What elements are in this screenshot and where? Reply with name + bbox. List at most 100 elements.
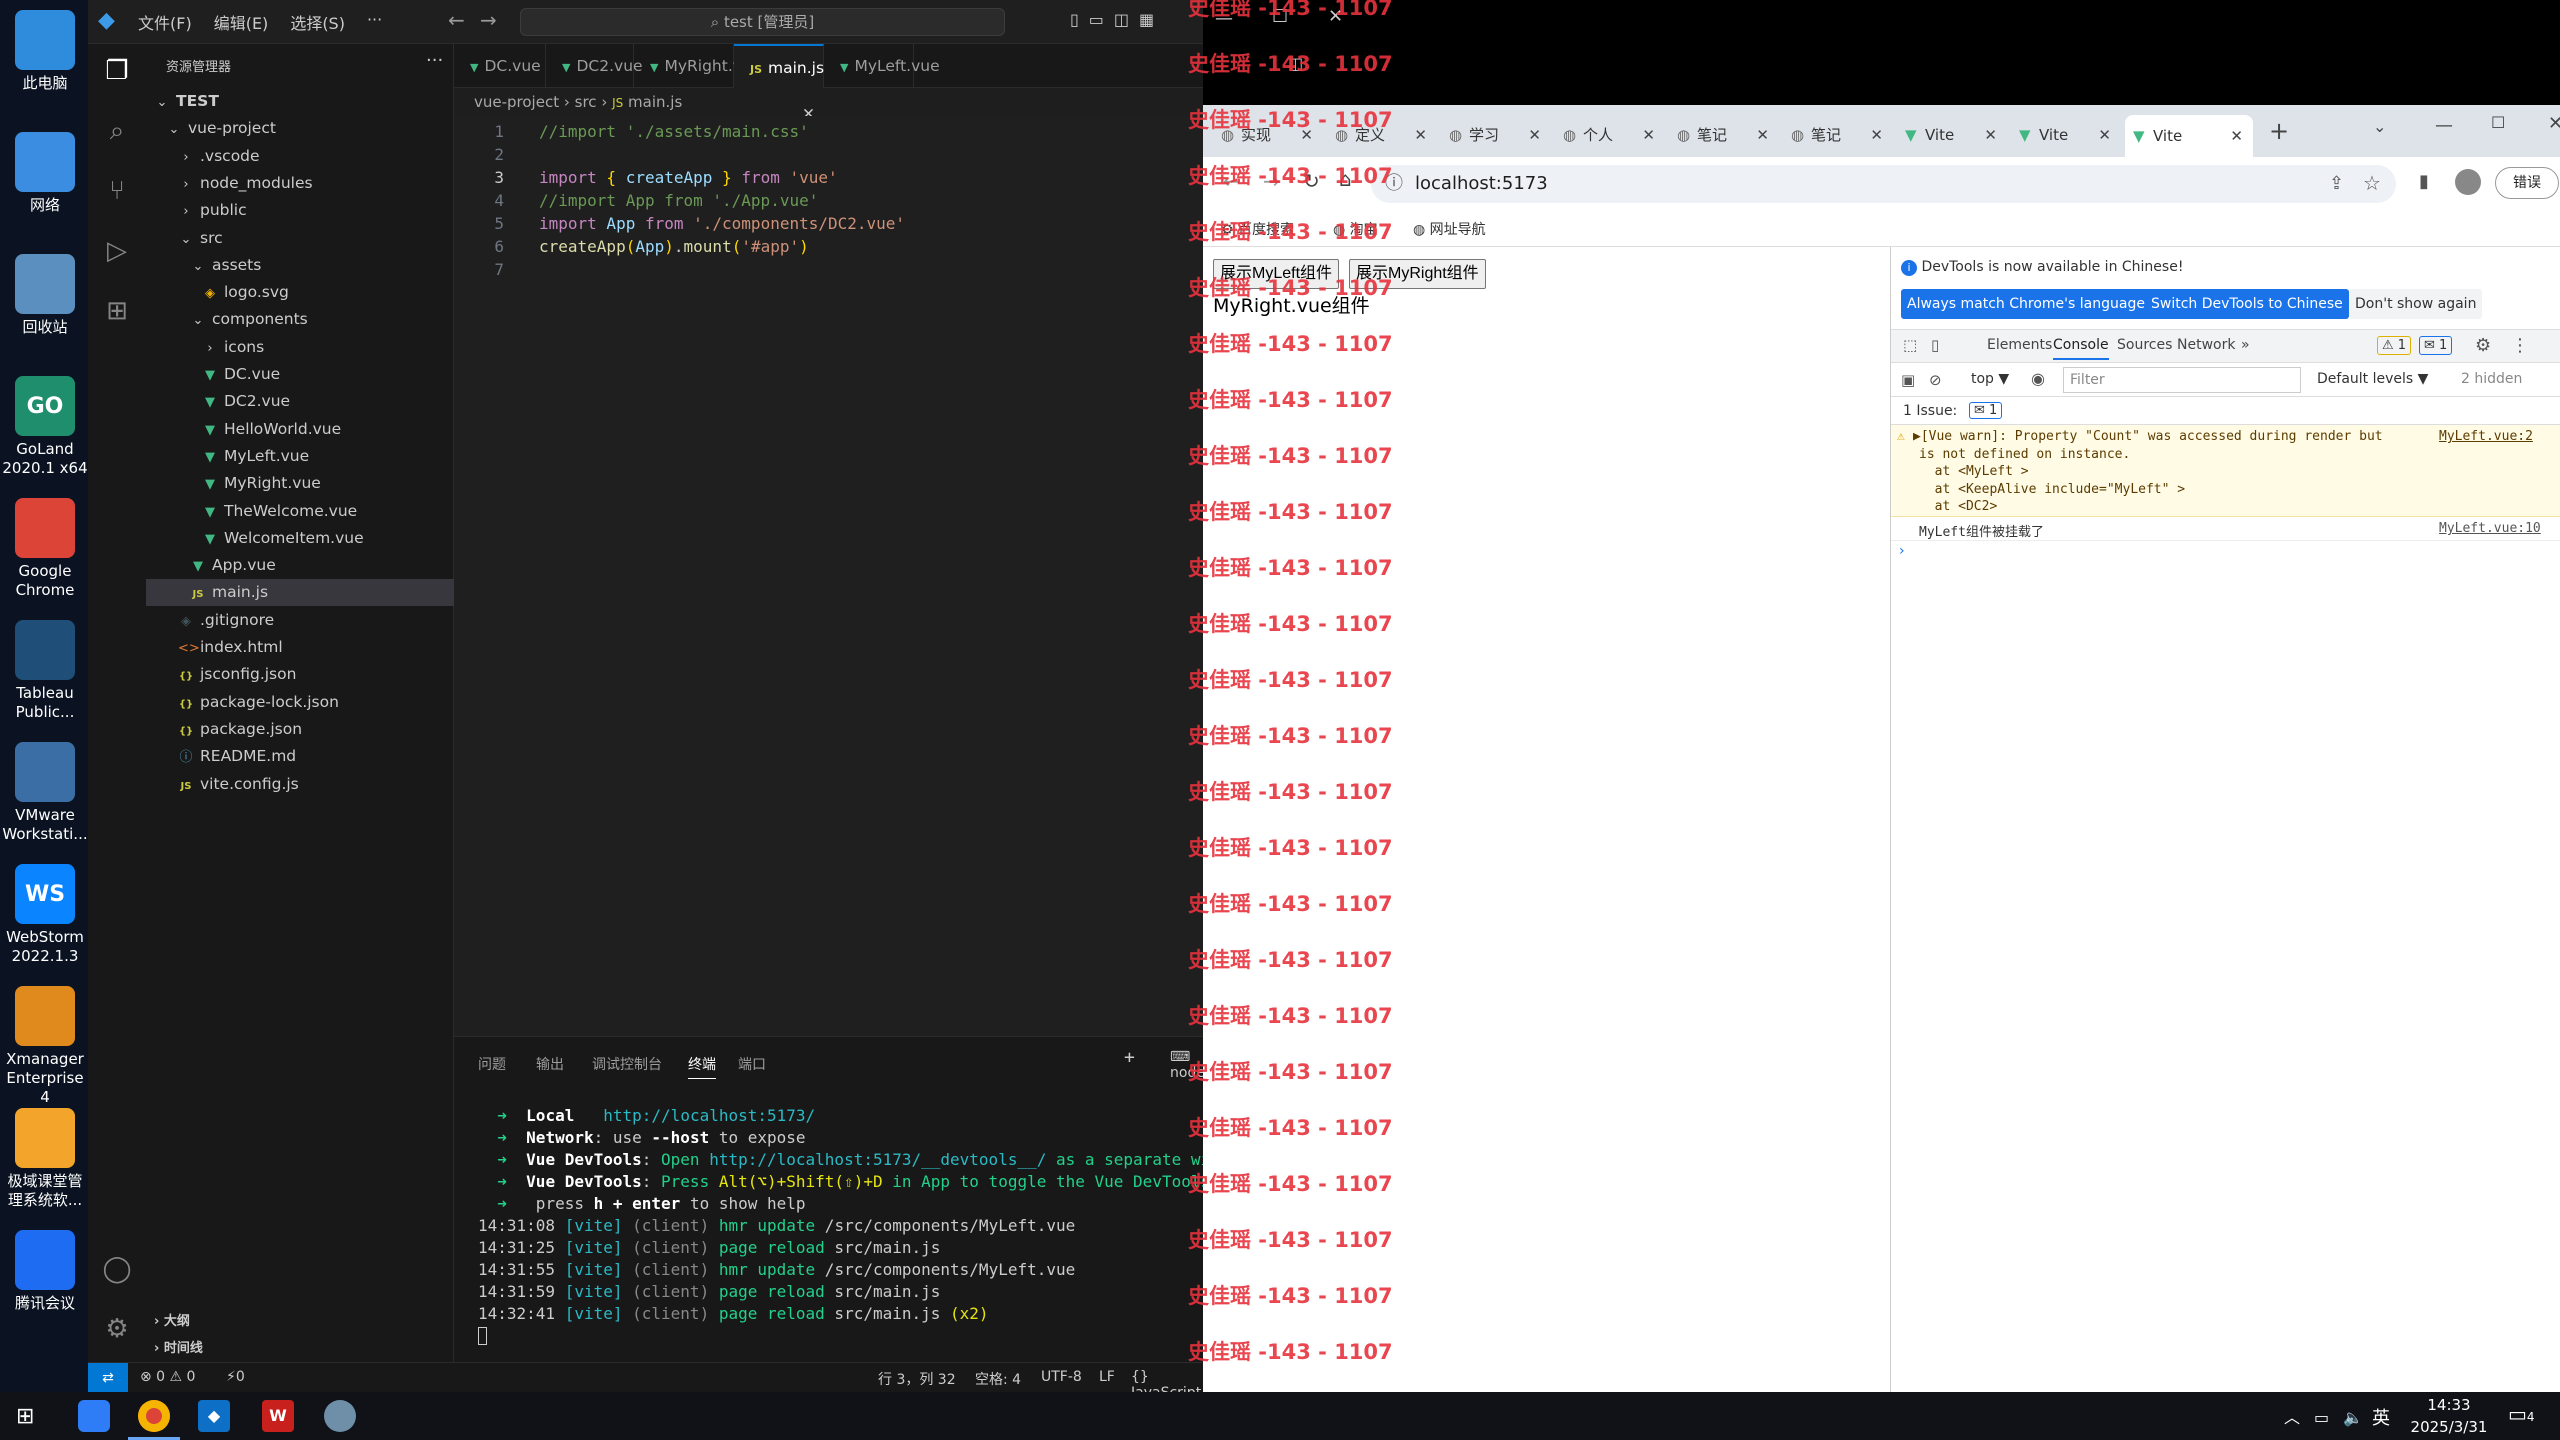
nav-back-icon[interactable]: ← (448, 8, 465, 32)
tab-search-icon[interactable]: ⌄ (2373, 117, 2386, 136)
browser-tab[interactable]: ◍ 个人 ✕ (1555, 119, 1665, 151)
problems-status[interactable]: ⊗ 0 ⚠ 0 (140, 1369, 195, 1385)
encoding-status[interactable]: UTF-8 (1041, 1369, 1082, 1385)
desktop-icon[interactable]: Google Chrome (2, 498, 88, 600)
breadcrumb-file[interactable]: main.js (628, 93, 682, 111)
desktop-icon[interactable]: GO GoLand 2020.1 x64 (2, 376, 88, 478)
tree-item[interactable]: ⌄ TEST (146, 88, 454, 115)
bookmark-star-icon[interactable]: ☆ (2363, 171, 2381, 195)
tree-item[interactable]: ▼ DC2.vue (146, 388, 454, 415)
notification-icon[interactable]: ▭4 (2508, 1402, 2535, 1426)
taskbar-vscode-icon[interactable]: ◆ (198, 1400, 230, 1432)
tab-close-icon[interactable]: ✕ (1756, 119, 1769, 151)
menu-selection[interactable]: 选择(S) (290, 10, 345, 34)
panel-tab[interactable]: 调试控制台 (592, 1054, 662, 1074)
add-terminal-icon[interactable]: + (1124, 1047, 1135, 1068)
tree-item[interactable]: {} package.json (146, 716, 454, 743)
breadcrumb-project[interactable]: vue-project (474, 93, 559, 111)
tab-close-icon[interactable]: ✕ (1642, 119, 1655, 151)
menu-edit[interactable]: 编辑(E) (214, 10, 269, 34)
tree-item[interactable]: ▼ WelcomeItem.vue (146, 525, 454, 552)
context-select[interactable]: top ▼ (1971, 371, 2009, 387)
match-language-button[interactable]: Always match Chrome's language (1901, 289, 2151, 319)
bookmark-nav[interactable]: ◍ 网址导航 (1413, 219, 1486, 239)
tree-item[interactable]: ⌄ vue-project (146, 115, 454, 142)
code-editor[interactable]: 1 //import './assets/main.css' 2 3 import { … (454, 116, 1203, 1036)
tree-item[interactable]: JS main.js (146, 579, 454, 607)
tree-item[interactable]: ◈ logo.svg (146, 279, 454, 306)
tree-item[interactable]: ▼ DC.vue (146, 361, 454, 388)
taskbar-wps-icon[interactable]: W (262, 1400, 294, 1432)
tree-item[interactable]: {} jsconfig.json (146, 661, 454, 688)
desktop-icon[interactable]: Tableau Public... (2, 620, 88, 722)
desktop-icon[interactable]: 腾讯会议 (2, 1230, 88, 1313)
warnings-badge[interactable]: ⚠ 1 (2377, 336, 2412, 355)
levels-select[interactable]: Default levels ▼ (2317, 371, 2428, 387)
tree-item[interactable]: ▼ MyLeft.vue (146, 443, 454, 470)
tab-close-icon[interactable]: ✕ (1984, 119, 1997, 151)
console-prompt-icon[interactable]: › (1899, 543, 1905, 559)
menu-more[interactable]: ··· (367, 10, 382, 34)
browser-tab[interactable]: ▼ Vite ✕ (2125, 115, 2253, 157)
tree-item[interactable]: ▼ MyRight.vue (146, 470, 454, 497)
tab-close-icon[interactable]: ✕ (2098, 119, 2111, 151)
taskbar-app-icon[interactable] (78, 1400, 110, 1432)
devtools-tab[interactable]: Sources (2117, 337, 2172, 353)
explorer-more-icon[interactable]: ··· (426, 50, 443, 71)
cursor-position[interactable]: 行 3，列 32 (878, 1369, 956, 1389)
browser-close-icon[interactable]: ✕ (2548, 113, 2560, 134)
sidebar-toggle-icon[interactable]: ▣ (1901, 371, 1915, 389)
desktop-icon[interactable]: 网络 (2, 132, 88, 215)
editor-tab[interactable]: ▼ DC.vue (454, 44, 546, 88)
desktop-icon[interactable]: WS WebStorm 2022.1.3 (2, 864, 88, 966)
warning-source-link[interactable]: MyLeft.vue:2 (2439, 429, 2533, 444)
tree-item[interactable]: ▼ App.vue (146, 552, 454, 579)
console-filter-input[interactable]: Filter (2063, 367, 2301, 393)
tree-item[interactable]: ◈ .gitignore (146, 607, 454, 634)
remote-icon[interactable]: ⇄ (88, 1363, 128, 1393)
browser-tab[interactable]: ◍ 笔记 ✕ (1669, 119, 1779, 151)
extensions-icon[interactable]: ⊞ (100, 294, 134, 328)
issues-bar[interactable]: 1 Issue: ✉ 1 (1891, 397, 2560, 425)
live-expression-eye-icon[interactable]: ◉ (2031, 369, 2045, 388)
tree-item[interactable]: ⌄ assets (146, 252, 454, 279)
tab-close-icon[interactable]: ✕ (1528, 119, 1541, 151)
tree-item[interactable]: ▼ TheWelcome.vue (146, 498, 454, 525)
menu-file[interactable]: 文件(F) (138, 10, 192, 34)
source-control-icon[interactable]: ⑂ (100, 174, 134, 208)
address-bar[interactable]: ⓘ localhost:5173 (1371, 165, 2396, 203)
explorer-icon[interactable]: ❐ (100, 54, 134, 88)
run-debug-icon[interactable]: ▷ (100, 234, 134, 268)
panel-tab[interactable]: 终端 (688, 1054, 716, 1079)
devtools-settings-icon[interactable]: ⚙ (2475, 335, 2491, 356)
console-log-message[interactable]: MyLeft组件被挂载了 MyLeft.vue:10 (1891, 517, 2560, 541)
browser-tab[interactable]: ◍ 笔记 ✕ (1783, 119, 1893, 151)
tab-close-icon[interactable]: ✕ (1414, 119, 1427, 151)
new-tab-icon[interactable]: + (2269, 117, 2289, 145)
side-panel-icon[interactable]: ▮ (2419, 171, 2429, 192)
error-button[interactable]: 错误 (2495, 167, 2559, 199)
editor-tab[interactable]: ▼ MyLeft.vue (824, 44, 940, 88)
browser-tab[interactable]: ▼ Vite ✕ (1897, 119, 2007, 151)
clock[interactable]: 14:33 2025/3/31 (2404, 1394, 2494, 1438)
taskbar-app2-icon[interactable] (324, 1400, 356, 1432)
tree-item[interactable]: › public (146, 197, 454, 224)
tree-item[interactable]: ⓘ README.md (146, 743, 454, 770)
desktop-icon[interactable]: Xmanager Enterprise 4 (2, 986, 88, 1107)
eol-status[interactable]: LF (1099, 1369, 1115, 1385)
outline-section[interactable]: › 大纲 (154, 1310, 190, 1329)
tree-item[interactable]: › icons (146, 334, 454, 361)
editor-tab[interactable]: ▼ DC2.vue (546, 44, 643, 88)
vue-warning-message[interactable]: ⚠ ▶[Vue warn]: Property "Count" was acce… (1891, 425, 2560, 517)
breadcrumb-src[interactable]: src (575, 93, 597, 111)
panel-tab[interactable]: 输出 (536, 1054, 564, 1074)
tree-item[interactable]: ⌄ components (146, 306, 454, 333)
layout-toggle-icons[interactable]: ▯▭◫▦ (1070, 10, 1164, 29)
tree-item[interactable]: ⌄ src (146, 225, 454, 252)
browser-minimize-icon[interactable]: — (2435, 115, 2453, 136)
desktop-icon[interactable]: 极域课堂管理系统软... (2, 1108, 88, 1210)
browser-maximize-icon[interactable]: ☐ (2491, 113, 2505, 132)
share-icon[interactable]: ⇪ (2329, 173, 2344, 194)
desktop-icon[interactable]: 回收站 (2, 254, 88, 337)
tree-item[interactable]: › .vscode (146, 143, 454, 170)
